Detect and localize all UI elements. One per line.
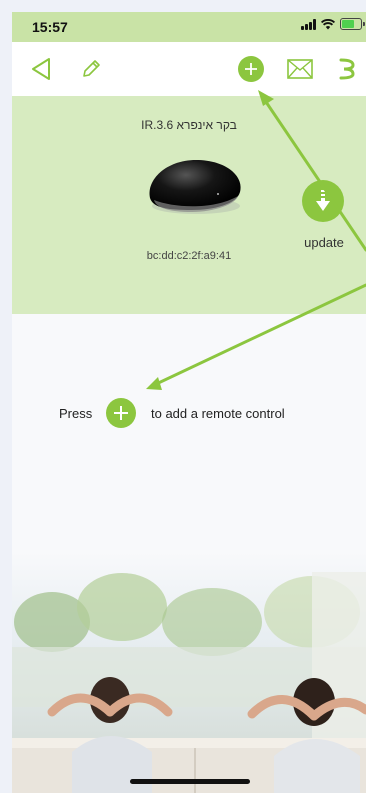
device-card[interactable]: IR.3.6 בקר אינפרא bc:dd:c2:2f:a9:41 upda… [12, 96, 366, 314]
home-indicator [130, 779, 250, 784]
update-button[interactable] [302, 180, 344, 222]
mail-icon[interactable] [286, 57, 314, 81]
device-mac-address: bc:dd:c2:2f:a9:41 [146, 250, 232, 262]
add-remote-hint: Press to add a remote control [12, 398, 366, 428]
update-label: update [304, 235, 344, 250]
battery-icon [340, 18, 365, 30]
device-name: IR.3.6 בקר אינפרא [141, 118, 237, 132]
hint-prefix: Press [59, 406, 93, 421]
signal-icon [301, 18, 316, 30]
edit-icon[interactable] [78, 56, 104, 82]
app-screen: 15:57 IR.3.6 בקר אינפרא bc:dd:c2:2f:a9:4… [12, 12, 366, 793]
hint-suffix: to add a remote control [151, 406, 285, 421]
menu-icon[interactable] [336, 55, 358, 83]
update-arrow-icon [316, 190, 330, 211]
add-remote-button[interactable] [106, 398, 136, 428]
status-indicators [301, 18, 365, 30]
plus-icon [114, 406, 128, 420]
living-room-background-image [12, 552, 366, 793]
back-icon[interactable] [28, 56, 54, 82]
status-time: 15:57 [32, 19, 68, 35]
wifi-icon [321, 18, 335, 29]
toolbar [12, 42, 366, 96]
add-device-button[interactable] [238, 56, 264, 82]
status-bar: 15:57 [12, 12, 366, 42]
ir-controller-image [149, 160, 241, 214]
